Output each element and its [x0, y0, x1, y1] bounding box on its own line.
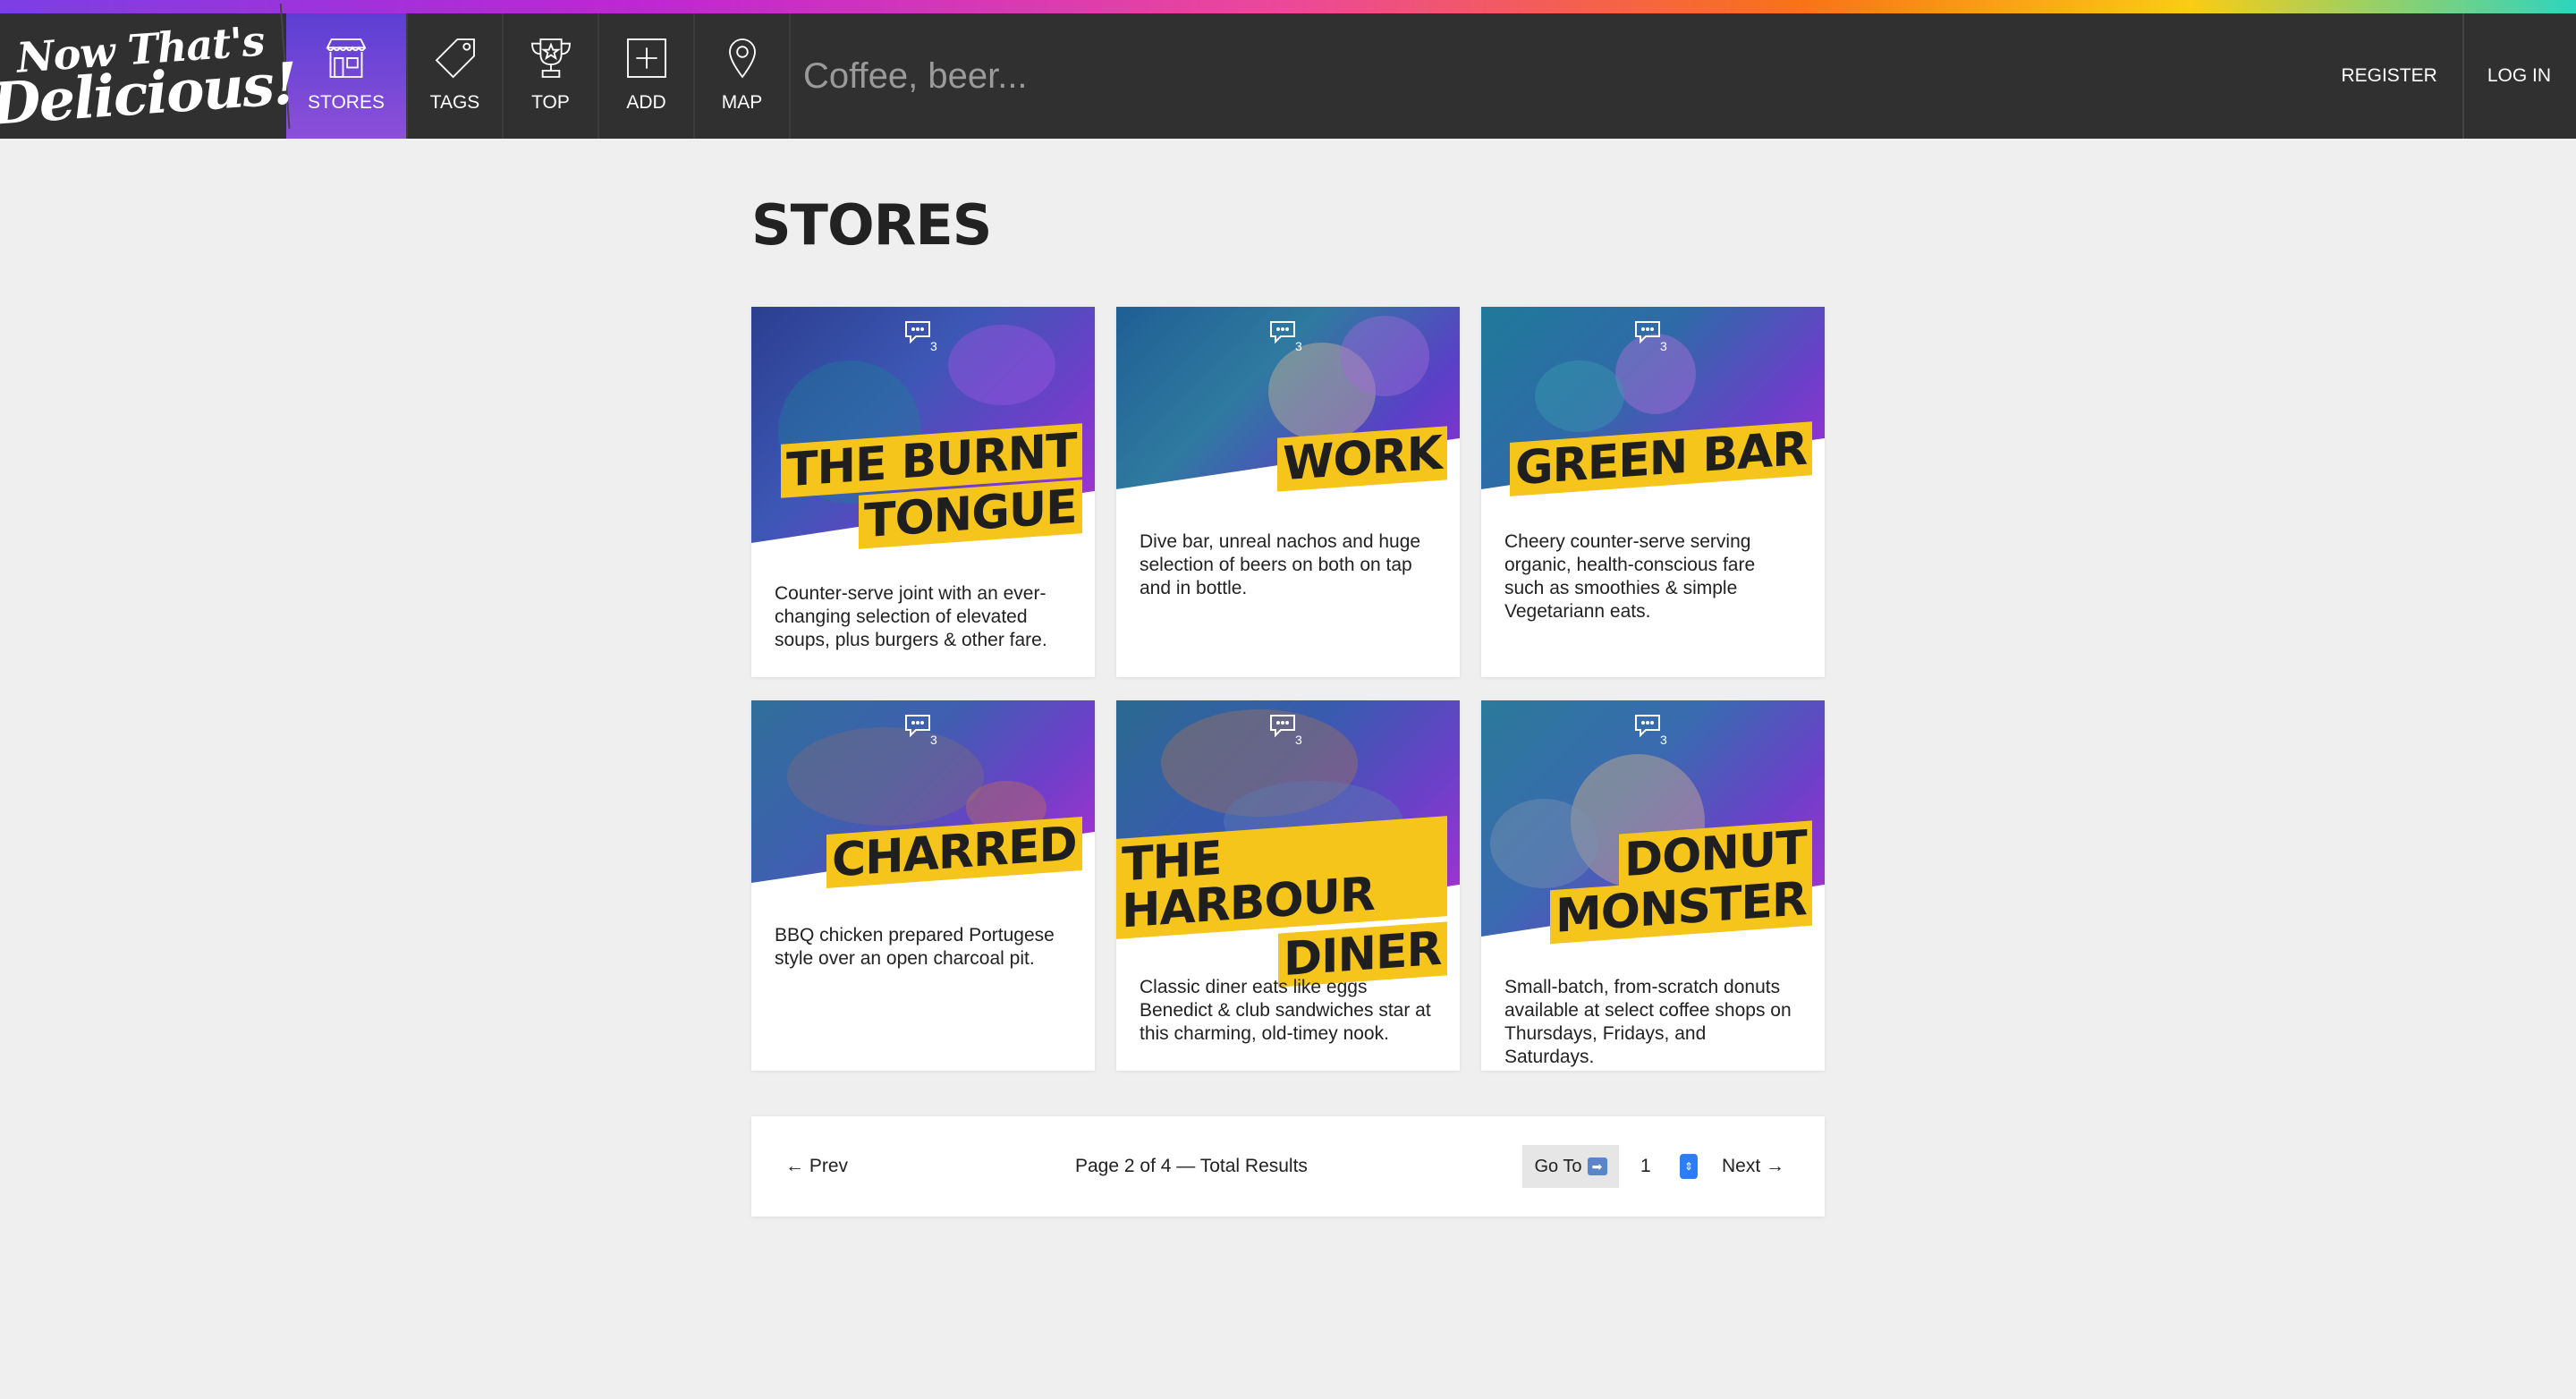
store-name-line: CHARRED	[826, 817, 1082, 888]
store-card[interactable]: 3 GREEN BAR Cheery counter-serve serving…	[1481, 307, 1825, 677]
register-link[interactable]: REGISTER	[2316, 13, 2462, 139]
store-description: Classic diner eats like eggs Benedict & …	[1140, 977, 1431, 1044]
nav-tags[interactable]: TAGS	[408, 13, 504, 139]
comments-count: 3	[1660, 339, 1667, 353]
tag-icon	[435, 38, 475, 79]
comments-count: 3	[1295, 733, 1302, 747]
page-title: STORES	[751, 192, 992, 258]
store-name[interactable]: THE BURNT TONGUE	[781, 423, 1082, 549]
store-description: BBQ chicken prepared Portugese style ove…	[775, 925, 1055, 969]
store-card[interactable]: 3 CHARRED BBQ chicken prepared Portugese…	[751, 700, 1095, 1071]
brand-line-2: Delicious!	[0, 50, 299, 139]
search-input[interactable]	[803, 55, 1608, 97]
comments-indicator[interactable]: 3	[903, 713, 943, 749]
store-card[interactable]: 3 THE BURNT TONGUE Counter-serve joint w…	[751, 307, 1095, 677]
go-to-button[interactable]: Go To ➡	[1522, 1145, 1619, 1188]
store-name[interactable]: CHARRED	[826, 817, 1082, 888]
store-icon	[326, 38, 367, 78]
comments-indicator[interactable]: 3	[903, 319, 943, 355]
comments-indicator[interactable]: 3	[1633, 713, 1673, 749]
prev-page-link[interactable]: ← Prev	[785, 1156, 848, 1177]
store-name-line: WORK	[1277, 426, 1447, 492]
nav-top-label: TOP	[531, 92, 570, 113]
speech-bubble-icon	[905, 715, 930, 738]
nav-stores[interactable]: STORES	[286, 13, 408, 139]
nav-map[interactable]: MAP	[695, 13, 791, 139]
store-card[interactable]: 3 WORK Dive bar, unreal nachos and huge …	[1116, 307, 1460, 677]
store-name[interactable]: DONUT MONSTER	[1550, 820, 1812, 945]
trophy-icon	[530, 38, 571, 78]
speech-bubble-icon	[1635, 321, 1660, 344]
store-name-line: MONSTER	[1550, 871, 1812, 945]
comments-count: 3	[1660, 733, 1667, 747]
search-box	[791, 13, 2316, 139]
speech-bubble-icon	[1270, 715, 1295, 738]
store-description: Counter-serve joint with an ever-changin…	[775, 583, 1047, 650]
auth-links: REGISTER LOG IN	[2316, 13, 2576, 139]
store-card[interactable]: 3 THE HARBOUR DINER Classic diner eats l…	[1116, 700, 1460, 1071]
go-to-label: Go To	[1534, 1156, 1582, 1176]
store-description: Dive bar, unreal nachos and huge selecti…	[1140, 531, 1421, 598]
comments-count: 3	[930, 733, 937, 747]
next-page-link[interactable]: Next →	[1722, 1156, 1784, 1177]
login-link[interactable]: LOG IN	[2462, 13, 2576, 139]
comments-count: 3	[1295, 339, 1302, 353]
nav-top[interactable]: TOP	[504, 13, 599, 139]
speech-bubble-icon	[1270, 321, 1295, 344]
rainbow-bar	[0, 0, 2576, 13]
store-description: Small-batch, from-scratch donuts availab…	[1504, 977, 1792, 1067]
nav-tags-label: TAGS	[429, 92, 480, 113]
add-icon	[626, 38, 666, 78]
comments-count: 3	[930, 339, 937, 353]
nav-add[interactable]: ADD	[599, 13, 695, 139]
comments-indicator[interactable]: 3	[1633, 319, 1673, 355]
speech-bubble-icon	[1635, 715, 1660, 738]
store-name[interactable]: THE HARBOUR DINER	[1116, 816, 1447, 988]
store-name[interactable]: WORK	[1277, 426, 1447, 492]
page-number-value: 1	[1640, 1156, 1651, 1176]
page-info: Page 2 of 4 — Total Results	[1075, 1156, 1308, 1176]
comments-indicator[interactable]: 3	[1268, 319, 1308, 355]
top-navigation: Now That's Delicious! STORES TAGS TOP AD…	[0, 4, 2576, 148]
store-grid: 3 THE BURNT TONGUE Counter-serve joint w…	[751, 307, 1825, 1071]
arrow-right-icon: ➡	[1587, 1157, 1607, 1175]
speech-bubble-icon	[905, 321, 930, 344]
page-number-input[interactable]: 1 ⇕	[1630, 1150, 1698, 1183]
store-name[interactable]: GREEN BAR	[1509, 421, 1812, 496]
brand-logo[interactable]: Now That's Delicious!	[0, 4, 298, 148]
nav-stores-label: STORES	[308, 92, 385, 113]
store-card[interactable]: 3 DONUT MONSTER Small-batch, from-scratc…	[1481, 700, 1825, 1071]
nav-add-label: ADD	[626, 92, 666, 113]
store-name-line: GREEN BAR	[1509, 421, 1812, 496]
stepper-icon[interactable]: ⇕	[1680, 1154, 1698, 1179]
pagination: ← Prev Page 2 of 4 — Total Results Go To…	[751, 1116, 1825, 1217]
store-description: Cheery counter-serve serving organic, he…	[1504, 531, 1756, 622]
comments-indicator[interactable]: 3	[1268, 713, 1308, 749]
map-pin-icon	[728, 38, 756, 79]
nav-map-label: MAP	[721, 92, 763, 113]
store-name-line: THE HARBOUR	[1116, 816, 1447, 939]
